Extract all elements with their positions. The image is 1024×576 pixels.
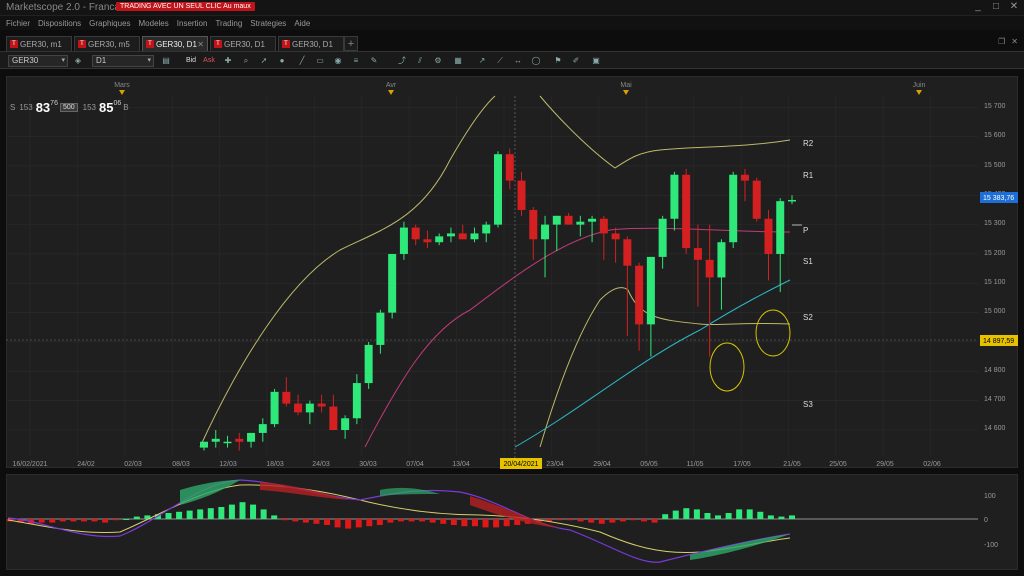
minimize-button[interactable]: _ — [972, 1, 984, 13]
pin-icon[interactable]: ● — [276, 55, 288, 67]
close-icon[interactable]: ✕ — [197, 40, 204, 49]
fib-tool-icon[interactable]: ≡ — [350, 55, 362, 67]
tab-label: GER30, m5 — [88, 39, 130, 49]
measure-icon[interactable]: ↔ — [512, 55, 524, 67]
tab-label: GER30, m1 — [20, 39, 62, 49]
price-chart-panel[interactable] — [6, 76, 1018, 468]
close-panel-icon[interactable]: ✕ — [1011, 37, 1018, 46]
add-tab-button[interactable]: + — [344, 36, 358, 51]
menu-trading[interactable]: Trading — [215, 19, 242, 28]
shape-tool-icon[interactable]: ◉ — [332, 55, 344, 67]
ask-button[interactable]: Ask — [202, 55, 216, 67]
tab-ger30-m5[interactable]: T GER30, m5 — [74, 36, 140, 51]
chart-type-icon[interactable]: ▤ — [160, 55, 172, 67]
tab-label: GER30, D1 — [224, 39, 265, 49]
menu-graphiques[interactable]: Graphiques — [89, 19, 130, 28]
arrow-tool-icon[interactable]: ↗ — [476, 55, 488, 67]
brand-logo-icon: T — [10, 40, 18, 48]
crosshair-icon[interactable]: ✚ — [222, 55, 234, 67]
line-tool-icon[interactable]: ╱ — [296, 55, 308, 67]
chart-toolbar: GER30 ▾ ◈ D1 ▾ ▤ Bid Ask ✚ ⌕ ➚ ● ╱ ▭ ◉ ≡… — [0, 52, 1024, 69]
sell-price-sup: 76 — [50, 99, 58, 107]
ray-tool-icon[interactable]: ⟋ — [494, 55, 506, 67]
pencil-icon[interactable]: ✎ — [368, 55, 380, 67]
trend-up-icon[interactable]: ⤴ — [396, 55, 408, 67]
macd-indicator-panel[interactable] — [6, 474, 1018, 570]
order-icon[interactable]: ◈ — [72, 55, 84, 67]
sell-label: S — [10, 102, 16, 112]
sell-price[interactable]: 83 — [36, 100, 50, 115]
buy-price[interactable]: 85 — [99, 100, 113, 115]
restore-icon[interactable]: ❐ — [998, 37, 1005, 46]
menu-strategies[interactable]: Strategies — [250, 19, 286, 28]
menu-insertion[interactable]: Insertion — [177, 19, 208, 28]
quantity-field[interactable]: 500 — [59, 102, 78, 112]
marketscope-app: Marketscope 2.0 - Francais _ □ ✕ Fichier… — [0, 0, 1024, 576]
tab-label: GER30, D1 — [156, 39, 197, 49]
menu-aide[interactable]: Aide — [294, 19, 310, 28]
menu-dispositions[interactable]: Dispositions — [38, 19, 81, 28]
instrument-select[interactable]: GER30 ▾ — [8, 55, 68, 67]
quote-widget: S 153 83 76 500 153 85 06 B — [10, 99, 133, 115]
channel-icon[interactable]: ⫽ — [414, 55, 426, 67]
chevron-down-icon: ▾ — [147, 57, 151, 64]
one-click-trading-banner[interactable]: TRADING AVEC UN SEUL CLIC Au maux — [116, 2, 255, 11]
tab-ger30-m1[interactable]: T GER30, m1 — [6, 36, 72, 51]
layout-icon[interactable]: ▣ — [590, 55, 602, 67]
menu-modeles[interactable]: Modeles — [139, 19, 169, 28]
chevron-down-icon: ▾ — [61, 57, 65, 64]
cursor-icon[interactable]: ➚ — [258, 55, 270, 67]
brand-logo-icon: T — [214, 40, 222, 48]
window-title: Marketscope 2.0 - Francais — [6, 2, 128, 13]
buy-price-sup: 06 — [113, 99, 122, 107]
tab-ger30-d1-active[interactable]: T GER30, D1 ✕ — [142, 36, 208, 51]
brand-logo-icon: T — [146, 40, 154, 48]
timeframe-value: D1 — [96, 56, 107, 65]
settings-icon[interactable]: ⚙ — [432, 55, 444, 67]
instrument-value: GER30 — [12, 56, 39, 65]
grid-icon[interactable]: ▦ — [452, 55, 464, 67]
menu-bar: Fichier Dispositions Graphiques Modeles … — [0, 16, 1024, 30]
menu-fichier[interactable]: Fichier — [6, 19, 30, 28]
brush-icon[interactable]: ✐ — [570, 55, 582, 67]
tab-ger30-d1-2[interactable]: T GER30, D1 — [210, 36, 276, 51]
tab-label: GER30, D1 — [292, 39, 333, 49]
zoom-icon[interactable]: ⌕ — [240, 55, 252, 67]
buy-prefix: 153 — [82, 102, 97, 112]
tab-ger30-d1-3[interactable]: T GER30, D1 — [278, 36, 344, 51]
bid-button[interactable]: Bid — [184, 55, 198, 67]
maximize-button[interactable]: □ — [990, 1, 1002, 13]
sell-prefix: 153 — [19, 102, 33, 112]
chart-tabs: T GER30, m1 T GER30, m5 T GER30, D1 ✕ T … — [0, 34, 1024, 52]
ellipse-tool-icon[interactable]: ◯ — [530, 55, 542, 67]
brand-logo-icon: T — [282, 40, 290, 48]
timeframe-select[interactable]: D1 ▾ — [92, 55, 154, 67]
close-button[interactable]: ✕ — [1008, 1, 1020, 13]
buy-label: B — [123, 102, 129, 112]
brand-logo-icon: T — [78, 40, 86, 48]
alert-icon[interactable]: ⚑ — [552, 55, 564, 67]
text-tool-icon[interactable]: ▭ — [314, 55, 326, 67]
